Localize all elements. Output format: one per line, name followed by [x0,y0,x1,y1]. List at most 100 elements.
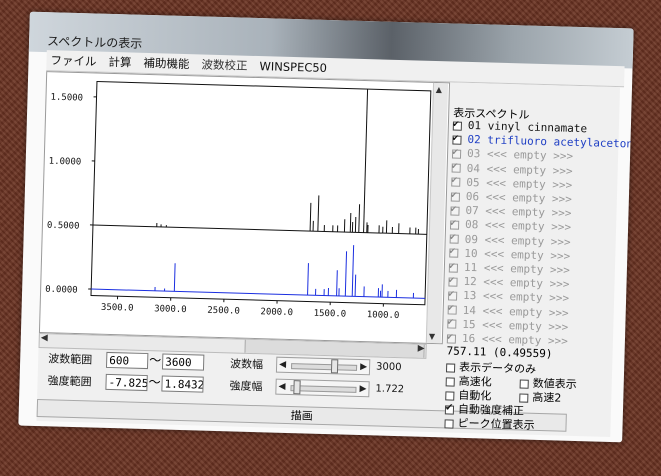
checkbox-checked-icon[interactable] [452,135,462,145]
x-tick-label: 2500.0 [207,306,240,317]
wavenumber-range-label: 波数範囲 [48,352,93,367]
series-1-baseline [92,224,427,235]
intensity-range-label: 強度範囲 [47,374,92,389]
series-2-peak [344,251,348,297]
scroll-right-arrow-icon[interactable]: ▶ [418,344,425,354]
slider-track [291,363,358,371]
spectrum-number: 13 [462,289,477,303]
checkbox-icon[interactable] [446,362,456,373]
spectrum-number: 09 [464,232,479,246]
spectrum-name: <<< empty >>> [483,275,570,292]
screenshot-card: スペクトルの表示 ファイル 計算 補助機能 波数校正 WINSPEC50 1.5… [18,11,634,443]
range-separator: ～ [149,353,162,368]
option-peak-position-display[interactable]: ピーク位置表示 [444,414,535,433]
y-tick-label: 1.0000 [49,157,82,168]
x-tick-label: 3000.0 [154,304,187,315]
series-1-peak [358,204,361,233]
spectrum-name: <<< empty >>> [482,304,569,320]
spectrum-number: 03 [466,147,481,161]
spectrum-name: <<< empty >>> [483,261,571,277]
series-2-peak [307,263,309,296]
range-separator-2: ～ [148,375,161,390]
checkbox-checked-icon[interactable] [449,248,459,258]
checkbox-checked-icon[interactable] [450,191,461,202]
x-tick-label: 3500.0 [101,303,134,314]
x-tick-label: 2000.0 [260,307,293,318]
spectrum-name: <<< empty >>> [484,233,571,249]
spectrum-chart-svg: 1.5000 1.0000 0.5000 0.0000 3500.0 3000.0 2500… [45,81,432,321]
spectrum-number: 01 [467,118,482,133]
menu-tools[interactable]: 補助機能 [143,55,189,72]
checkbox-checked-icon[interactable] [444,404,455,415]
menu-file[interactable]: ファイル [50,52,96,69]
window-title: スペクトルの表示 [46,34,143,51]
menu-calibration[interactable]: 波数校正 [201,56,247,73]
checkbox-checked-icon[interactable] [451,177,461,188]
checkbox-checked-icon[interactable] [447,319,457,329]
spectrum-number: 07 [465,204,479,218]
checkbox-checked-icon[interactable] [448,277,458,287]
slider-right-arrow-icon[interactable]: ▶ [360,362,367,372]
checkbox-icon[interactable] [445,390,455,401]
spectrum-name: <<< empty >>> [485,176,573,192]
slider-thumb[interactable] [293,380,301,395]
spectrum-number: 15 [462,317,476,332]
menu-winspec50[interactable]: WINSPEC50 [259,59,327,75]
intensity-width-value: 1.722 [375,383,405,396]
series-1-peak [349,212,352,233]
scroll-left-arrow-icon[interactable]: ◀ [41,333,48,343]
spectrum-number: 08 [464,218,479,232]
slider-left-arrow-icon[interactable]: ◀ [279,360,286,370]
series-1-peak [317,195,320,232]
checkbox-icon[interactable] [519,392,529,403]
y-tick-label: 0.0000 [45,285,78,296]
spectrum-number: 04 [466,161,481,175]
scroll-down-arrow-icon[interactable]: ▼ [429,332,435,341]
wavenumber-width-slider[interactable]: ◀ ▶ [275,356,371,376]
spectrum-number: 10 [464,246,478,261]
checkbox-checked-icon[interactable] [452,121,463,131]
spectrum-number: 02 [467,133,481,147]
checkbox-checked-icon[interactable] [447,305,457,315]
checkbox-checked-icon[interactable] [449,234,459,244]
intensity-to-input[interactable]: 1.8432 [161,375,204,393]
checkbox-checked-icon[interactable] [446,333,457,344]
checkbox-checked-icon[interactable] [448,291,458,301]
slider-left-arrow-icon[interactable]: ◀ [278,382,285,392]
horizontal-scroll-thumb[interactable] [244,339,425,358]
y-tick-label: 0.5000 [47,221,80,232]
y-tick-label: 1.5000 [50,93,83,104]
checkbox-checked-icon[interactable] [451,163,461,173]
spectrum-name: <<< empty >>> [485,204,572,221]
spectrum-name: <<< empty >>> [482,318,569,334]
checkbox-icon[interactable] [444,418,454,429]
checkbox-checked-icon[interactable] [449,220,460,230]
series-2-peak [351,245,355,297]
wavenumber-width-value: 3000 [375,361,402,374]
slider-right-arrow-icon[interactable]: ▶ [359,384,366,394]
spectrum-number: 05 [466,175,480,190]
wavenumber-to-input[interactable]: 3600 [161,353,205,371]
slider-thumb[interactable] [330,359,339,374]
intensity-width-slider[interactable]: ◀ ▶ [275,378,370,398]
series-2-peak [173,263,176,292]
checkbox-icon[interactable] [519,378,529,389]
checkbox-checked-icon[interactable] [451,149,462,159]
spectrum-name: <<< empty >>> [486,147,574,164]
x-tick-label: 1500.0 [314,309,347,320]
scroll-up-arrow-icon[interactable]: ▲ [436,85,442,94]
x-tick-label: 1000.0 [367,310,400,321]
spectrum-plot[interactable]: 1.5000 1.0000 0.5000 0.0000 3500.0 3000.0 2500… [38,71,451,345]
spectrum-name: <<< empty >>> [482,289,570,306]
spectrum-name: <<< empty >>> [484,218,572,235]
option-fast-2[interactable]: 高速2 [519,388,561,405]
checkbox-checked-icon[interactable] [448,262,459,273]
spectrum-number: 14 [462,303,477,317]
spectrum-number: 11 [463,260,478,275]
checkbox-checked-icon[interactable] [450,206,460,216]
series-1-peak [363,89,369,233]
checkbox-icon[interactable] [445,376,455,387]
intensity-from-input[interactable]: -7.825 [105,373,148,392]
wavenumber-from-input[interactable]: 600 [105,351,149,370]
menu-calc[interactable]: 計算 [108,54,131,71]
